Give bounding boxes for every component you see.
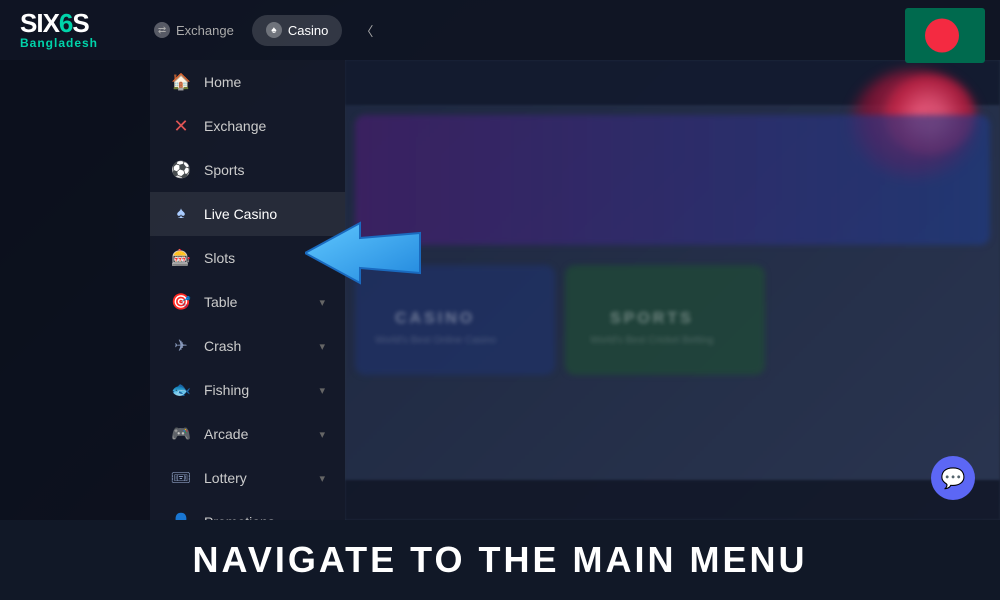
sidebar-label-arcade: Arcade [204,426,307,442]
content-blur: CASINO SPORTS World's Best Online Casino… [345,60,1000,520]
sidebar-label-table: Table [204,294,307,310]
sidebar-label-live-casino: Live Casino [204,206,325,222]
chat-button[interactable]: 💬 [931,456,975,500]
tab-more[interactable]: 〈 [346,15,387,46]
logo: SIX6S [20,10,98,36]
sidebar-label-slots: Slots [204,250,307,266]
casino-icon: ♠ [266,22,282,38]
main-content: CASINO SPORTS World's Best Online Casino… [345,60,1000,520]
table-chevron: ▾ [319,296,325,309]
header: SIX6S Bangladesh ⇄ Exchange ♠ Casino 〈 [0,0,1000,60]
fishing-icon: 🐟 [170,379,192,401]
sidebar-item-arcade[interactable]: 🎮 Arcade ▾ [150,412,345,456]
sidebar-label-home: Home [204,74,325,90]
sidebar-label-lottery: Lottery [204,470,307,486]
sidebar-item-promotions[interactable]: 👤 Promotions [150,500,345,520]
arcade-icon: 🎮 [170,423,192,445]
sidebar-menu: 🏠 Home ✕ Exchange ⚽ Sports ♠ Live Casino… [150,60,345,520]
tab-exchange[interactable]: ⇄ Exchange [140,15,248,46]
table-icon: 🎯 [170,291,192,313]
exchange-nav-icon: ✕ [170,115,192,137]
home-icon: 🏠 [170,71,192,93]
sidebar-item-crash[interactable]: ✈ Crash ▾ [150,324,345,368]
fishing-chevron: ▾ [319,384,325,397]
sidebar-item-lottery[interactable]: 🎟 Lottery ▾ [150,456,345,500]
slots-chevron: ▾ [319,252,325,265]
logo-area: SIX6S Bangladesh [20,10,98,50]
crash-icon: ✈ [170,335,192,357]
bottom-title: NAVIGATE TO THE MAIN MENU [193,539,808,581]
slots-icon: 🎰 [170,247,192,269]
sidebar-item-sports[interactable]: ⚽ Sports [150,148,345,192]
sidebar-item-exchange[interactable]: ✕ Exchange [150,104,345,148]
logo-subtitle: Bangladesh [20,36,98,50]
chevron-icon: 〈 [360,21,373,40]
tab-casino[interactable]: ♠ Casino [252,15,342,46]
sidebar-item-fishing[interactable]: 🐟 Fishing ▾ [150,368,345,412]
lottery-icon: 🎟 [170,467,192,489]
crash-chevron: ▾ [319,340,325,353]
sidebar-item-home[interactable]: 🏠 Home [150,60,345,104]
sidebar-item-slots[interactable]: 🎰 Slots ▾ [150,236,345,280]
bottom-bar: NAVIGATE TO THE MAIN MENU [0,520,1000,600]
sidebar-label-crash: Crash [204,338,307,354]
sports-icon: ⚽ [170,159,192,181]
sidebar-label-fishing: Fishing [204,382,307,398]
nav-tabs: ⇄ Exchange ♠ Casino 〈 [140,15,387,46]
promotions-icon: 👤 [170,511,192,520]
sidebar-item-table[interactable]: 🎯 Table ▾ [150,280,345,324]
live-casino-icon: ♠ [170,203,192,225]
left-bar [0,60,150,520]
chat-icon: 💬 [941,466,966,491]
bangladesh-flag [905,8,985,68]
sidebar-item-live-casino[interactable]: ♠ Live Casino [150,192,345,236]
exchange-icon: ⇄ [154,22,170,38]
sidebar-label-sports: Sports [204,162,325,178]
lottery-chevron: ▾ [319,472,325,485]
sidebar-label-exchange: Exchange [204,118,325,134]
arcade-chevron: ▾ [319,428,325,441]
